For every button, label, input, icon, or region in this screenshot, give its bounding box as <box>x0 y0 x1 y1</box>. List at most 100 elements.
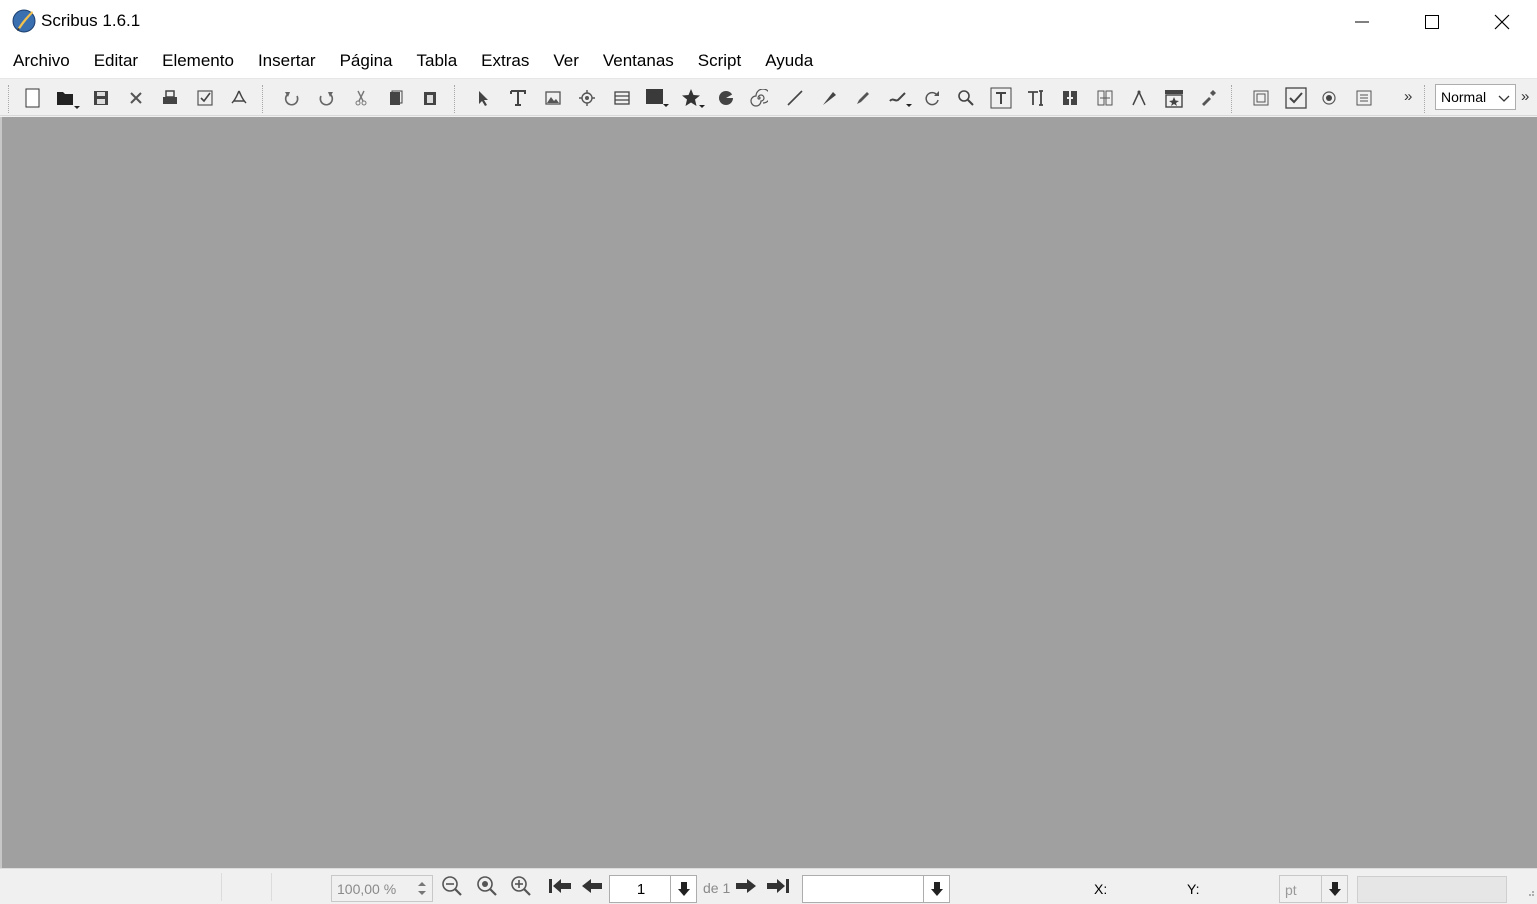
resize-grip-icon[interactable] <box>1525 884 1535 902</box>
freehand-tool[interactable] <box>850 85 876 111</box>
next-page-button[interactable] <box>734 876 758 900</box>
layer-dropdown-button[interactable] <box>923 876 949 902</box>
menu-ayuda[interactable]: Ayuda <box>753 47 825 75</box>
close-window-button[interactable] <box>1467 0 1537 43</box>
maximize-button[interactable] <box>1397 0 1467 43</box>
page-number-value: 1 <box>636 881 646 898</box>
zoom-out-button[interactable] <box>440 875 464 900</box>
status-divider <box>271 873 272 901</box>
pdf-radio-tool[interactable] <box>1316 85 1342 111</box>
arrow-right-icon <box>735 877 757 900</box>
export-pdf-icon <box>230 89 248 107</box>
eyedropper-tool[interactable] <box>1195 85 1221 111</box>
layer-select[interactable] <box>802 875 950 903</box>
copy-properties-icon <box>1163 87 1185 109</box>
image-mode-select[interactable]: Normal <box>1435 84 1516 110</box>
cut-button[interactable] <box>348 85 374 111</box>
menu-elemento[interactable]: Elemento <box>150 47 246 75</box>
pdf-checkbox-tool[interactable] <box>1283 85 1309 111</box>
zoom-spinner[interactable] <box>415 878 429 899</box>
y-coordinate-label: Y: <box>1187 881 1200 897</box>
toolbar-overflow-button[interactable]: » <box>1404 88 1412 105</box>
undo-button[interactable] <box>279 85 305 111</box>
toolbar-separator <box>1231 85 1234 113</box>
page-select-button[interactable] <box>670 876 696 902</box>
print-button[interactable] <box>157 85 183 111</box>
text-frame-tool[interactable] <box>505 85 531 111</box>
menu-tabla[interactable]: Tabla <box>405 47 470 75</box>
table-tool[interactable] <box>609 85 635 111</box>
image-frame-tool[interactable] <box>540 85 566 111</box>
menu-extras[interactable]: Extras <box>469 47 541 75</box>
spiral-tool[interactable] <box>746 85 772 111</box>
measure-tool[interactable] <box>1126 85 1152 111</box>
save-icon <box>92 89 110 107</box>
menu-editar[interactable]: Editar <box>82 47 150 75</box>
cut-icon <box>352 89 370 107</box>
zoom-in-icon <box>510 875 532 902</box>
previous-page-button[interactable] <box>580 876 604 900</box>
window-title: Scribus 1.6.1 <box>41 11 141 30</box>
story-editor-icon <box>1026 88 1046 108</box>
toolbar-overflow-button-2[interactable]: » <box>1521 88 1529 105</box>
calligraphic-tool[interactable] <box>887 85 913 111</box>
line-icon <box>786 89 804 107</box>
select-tool[interactable] <box>470 85 496 111</box>
menu-pagina[interactable]: Página <box>328 47 405 75</box>
pdf-push-button-tool[interactable] <box>1248 85 1274 111</box>
pdf-text-field-tool[interactable] <box>1351 85 1377 111</box>
export-pdf-button[interactable] <box>226 85 252 111</box>
main-toolbar: » Normal » <box>0 78 1537 116</box>
menu-insertar[interactable]: Insertar <box>246 47 328 75</box>
story-editor-tool[interactable] <box>1023 85 1049 111</box>
first-page-button[interactable] <box>548 876 572 900</box>
link-frames-icon <box>1061 89 1079 107</box>
paste-icon <box>421 89 439 107</box>
render-frame-tool[interactable] <box>574 85 600 111</box>
menu-archivo[interactable]: Archivo <box>1 47 82 75</box>
menu-ventanas[interactable]: Ventanas <box>591 47 686 75</box>
unit-select[interactable]: pt <box>1279 875 1348 903</box>
document-canvas[interactable] <box>0 117 1537 868</box>
zoom-field[interactable]: 100,00 % <box>331 875 433 902</box>
polygon-icon <box>680 87 706 109</box>
page-number-field[interactable]: 1 <box>609 875 697 903</box>
edit-text-tool[interactable] <box>988 85 1014 111</box>
rotate-tool[interactable] <box>919 85 945 111</box>
new-document-button[interactable] <box>19 85 45 111</box>
last-page-button[interactable] <box>766 876 790 900</box>
select-icon <box>474 89 492 107</box>
maximize-icon <box>1424 14 1440 30</box>
minimize-button[interactable] <box>1327 0 1397 43</box>
unlink-frames-tool[interactable] <box>1092 85 1118 111</box>
line-tool[interactable] <box>782 85 808 111</box>
chevron-down-icon <box>1498 91 1510 107</box>
copy-button[interactable] <box>382 85 408 111</box>
copy-properties-tool[interactable] <box>1161 85 1187 111</box>
bezier-tool[interactable] <box>816 85 842 111</box>
polygon-tool[interactable] <box>680 85 706 111</box>
open-button[interactable] <box>54 85 80 111</box>
zoom-in-button[interactable] <box>509 875 533 902</box>
zoom-reset-icon <box>476 875 498 902</box>
zoom-reset-button[interactable] <box>475 875 499 902</box>
redo-button[interactable] <box>313 85 339 111</box>
link-frames-tool[interactable] <box>1057 85 1083 111</box>
close-document-button[interactable] <box>123 85 149 111</box>
pdf-radio-icon <box>1320 89 1338 107</box>
menu-ver[interactable]: Ver <box>541 47 591 75</box>
menu-script[interactable]: Script <box>686 47 753 75</box>
measure-icon <box>1130 89 1148 107</box>
paste-button[interactable] <box>417 85 443 111</box>
save-button[interactable] <box>88 85 114 111</box>
unit-dropdown-button[interactable] <box>1321 876 1347 902</box>
progress-bar <box>1357 876 1507 903</box>
image-frame-icon <box>544 89 562 107</box>
arc-tool[interactable] <box>713 85 739 111</box>
zoom-tool[interactable] <box>953 85 979 111</box>
toolbar-separator <box>8 85 11 113</box>
preflight-button[interactable] <box>192 85 218 111</box>
table-icon <box>613 89 631 107</box>
shape-tool[interactable] <box>644 85 670 111</box>
pdf-text-field-icon <box>1355 89 1373 107</box>
